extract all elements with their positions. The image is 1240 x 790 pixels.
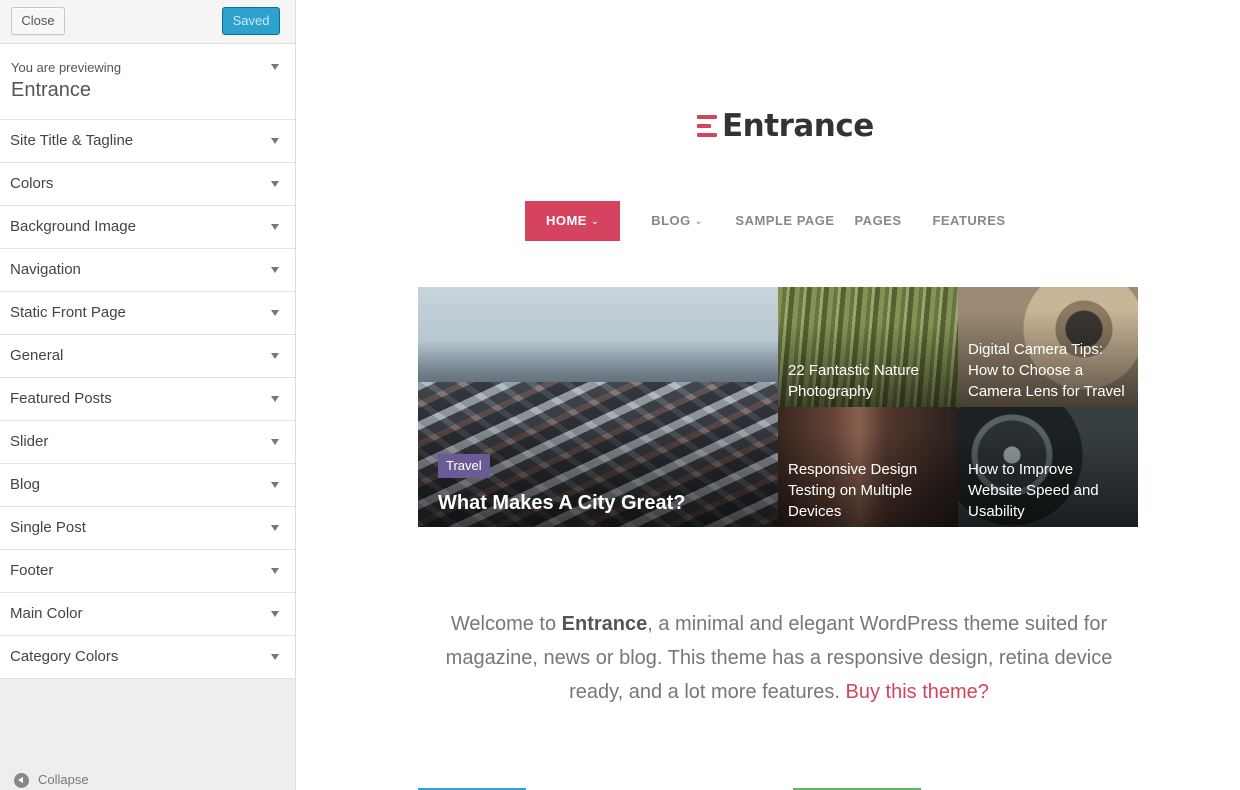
customizer-section[interactable]: Footer	[0, 550, 295, 593]
featured-post-tile[interactable]: 22 Fantastic Nature Photography	[778, 287, 958, 407]
saved-button[interactable]: Saved	[222, 7, 280, 35]
section-label: Site Title & Tagline	[10, 132, 134, 149]
chevron-down-icon	[271, 654, 279, 660]
featured-post-title[interactable]: 22 Fantastic Nature Photography	[788, 360, 938, 402]
chevron-down-icon: ⌄	[590, 216, 600, 226]
section-label: Background Image	[10, 218, 136, 235]
customizer-sections: Site Title & Tagline Colors Background Ima…	[0, 120, 295, 679]
nav-item-label: FEATURES	[932, 213, 1006, 228]
section-label: Blog	[10, 476, 41, 493]
previewing-label: You are previewing	[11, 60, 122, 75]
logo-text: Entrance	[722, 108, 874, 144]
customizer-section[interactable]: Static Front Page	[0, 292, 295, 335]
nav-item-label: HOME	[545, 213, 587, 228]
customizer-section[interactable]: Site Title & Tagline	[0, 120, 295, 163]
featured-main-post[interactable]: Travel What Makes A City Great?	[418, 287, 778, 527]
customizer-section[interactable]: Single Post	[0, 507, 295, 550]
section-label: Colors	[10, 175, 54, 192]
customizer-section[interactable]: General	[0, 335, 295, 378]
logo-mark-icon	[697, 115, 718, 137]
buy-theme-link[interactable]: Buy this theme?	[846, 681, 989, 703]
customizer-section[interactable]: Background Image	[0, 206, 295, 249]
customizer-section[interactable]: Navigation	[0, 249, 295, 292]
featured-main-title[interactable]: What Makes A City Great?	[438, 489, 685, 517]
featured-post-title[interactable]: Responsive Design Testing on Multiple De…	[788, 459, 928, 522]
nav-item-label: SAMPLE PAGE	[735, 213, 835, 228]
close-button[interactable]: Close	[11, 7, 65, 35]
customizer-section[interactable]: Category Colors	[0, 636, 295, 679]
collapse-button[interactable]: Collapse	[14, 772, 89, 789]
main-navigation: HOME ⌄ BLOG ⌄ SAMPLE PAGE PAGES FEATURES	[525, 201, 1026, 241]
featured-post-title[interactable]: Digital Camera Tips: How to Choose a Cam…	[968, 339, 1133, 402]
theme-name: Entrance	[11, 79, 92, 101]
chevron-down-icon: ⌄	[694, 216, 703, 226]
chevron-down-icon	[271, 396, 279, 402]
section-label: General	[10, 347, 64, 364]
chevron-down-icon	[271, 525, 279, 531]
featured-post-title[interactable]: How to Improve Website Speed and Usabili…	[968, 459, 1108, 522]
chevron-down-icon	[271, 138, 279, 144]
nav-item[interactable]: PAGES	[844, 201, 912, 241]
nav-item-label: PAGES	[854, 213, 902, 228]
chevron-down-icon	[271, 439, 279, 445]
customizer-sidebar: Close Saved You are previewing Entrance …	[0, 0, 296, 790]
chevron-down-icon	[271, 267, 279, 273]
chevron-down-icon	[271, 611, 279, 617]
section-label: Static Front Page	[10, 304, 126, 321]
customizer-section[interactable]: Colors	[0, 163, 295, 206]
sidebar-header: Close Saved	[0, 0, 295, 44]
section-label: Navigation	[10, 261, 81, 278]
theme-preview-info[interactable]: You are previewing Entrance	[0, 44, 295, 120]
chevron-down-icon	[271, 568, 279, 574]
chevron-down-icon	[271, 310, 279, 316]
featured-posts: Travel What Makes A City Great? 22 Fanta…	[418, 287, 1138, 527]
featured-post-tile[interactable]: How to Improve Website Speed and Usabili…	[958, 407, 1138, 527]
nav-item[interactable]: BLOG ⌄	[628, 201, 726, 241]
section-label: Slider	[10, 433, 49, 450]
category-badge[interactable]: Travel	[438, 454, 490, 478]
customizer-section[interactable]: Slider	[0, 421, 295, 464]
chevron-down-icon	[271, 64, 279, 70]
featured-post-tile[interactable]: Responsive Design Testing on Multiple De…	[778, 407, 958, 527]
welcome-theme-name: Entrance	[561, 613, 648, 635]
customizer-section[interactable]: Blog	[0, 464, 295, 507]
nav-item[interactable]: HOME ⌄	[525, 201, 620, 241]
chevron-down-icon	[271, 224, 279, 230]
section-label: Category Colors	[10, 648, 119, 665]
welcome-prefix: Welcome to	[450, 613, 562, 635]
site-preview: Entrance HOME ⌄ BLOG ⌄ SAMPLE PAGE PAGES FEATU…	[297, 0, 1240, 790]
chevron-down-icon	[271, 353, 279, 359]
customizer-section[interactable]: Main Color	[0, 593, 295, 636]
collapse-label: Collapse	[38, 772, 89, 787]
section-label: Single Post	[10, 519, 86, 536]
welcome-text: Welcome to Entrance, a minimal and elega…	[434, 607, 1124, 709]
section-label: Featured Posts	[10, 390, 112, 407]
site-logo[interactable]: Entrance	[697, 108, 874, 144]
nav-item[interactable]: FEATURES	[912, 201, 1026, 241]
collapse-arrow-icon	[14, 773, 29, 789]
chevron-down-icon	[271, 181, 279, 187]
customizer-section[interactable]: Featured Posts	[0, 378, 295, 421]
featured-post-tile[interactable]: Digital Camera Tips: How to Choose a Cam…	[958, 287, 1138, 407]
nav-item[interactable]: SAMPLE PAGE	[726, 201, 844, 241]
chevron-down-icon	[271, 482, 279, 488]
section-label: Footer	[10, 562, 54, 579]
section-label: Main Color	[10, 605, 83, 622]
nav-item-label: BLOG	[651, 213, 691, 228]
